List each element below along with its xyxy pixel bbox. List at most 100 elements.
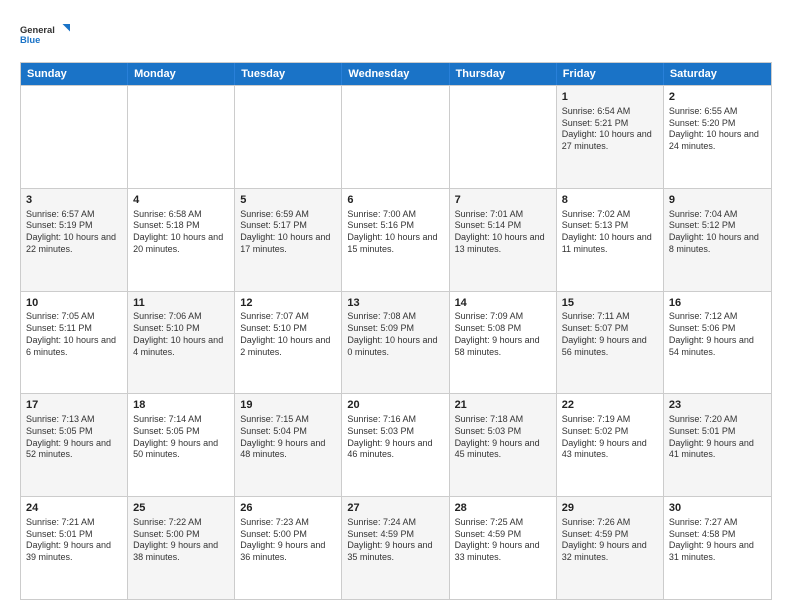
cell-text-line: Sunrise: 7:04 AM	[669, 209, 766, 221]
empty-cell	[235, 86, 342, 188]
day-header-sunday: Sunday	[21, 63, 128, 85]
cell-text-line: Sunset: 5:18 PM	[133, 220, 229, 232]
cell-text-line: Sunset: 5:10 PM	[240, 323, 336, 335]
cell-text-line: Daylight: 9 hours and 41 minutes.	[669, 438, 766, 461]
day-number: 12	[240, 296, 336, 311]
day-cell-3: 3Sunrise: 6:57 AMSunset: 5:19 PMDaylight…	[21, 189, 128, 291]
cell-text-line: Sunset: 5:07 PM	[562, 323, 658, 335]
cell-text-line: Daylight: 10 hours and 20 minutes.	[133, 232, 229, 255]
day-cell-11: 11Sunrise: 7:06 AMSunset: 5:10 PMDayligh…	[128, 292, 235, 394]
cell-text-line: Sunset: 5:01 PM	[669, 426, 766, 438]
empty-cell	[342, 86, 449, 188]
day-cell-10: 10Sunrise: 7:05 AMSunset: 5:11 PMDayligh…	[21, 292, 128, 394]
day-cell-12: 12Sunrise: 7:07 AMSunset: 5:10 PMDayligh…	[235, 292, 342, 394]
cell-text-line: Sunrise: 7:07 AM	[240, 311, 336, 323]
cell-text-line: Sunrise: 7:14 AM	[133, 414, 229, 426]
cell-text-line: Daylight: 10 hours and 2 minutes.	[240, 335, 336, 358]
cell-text-line: Sunrise: 6:55 AM	[669, 106, 766, 118]
day-number: 16	[669, 296, 766, 311]
cell-text-line: Daylight: 9 hours and 33 minutes.	[455, 540, 551, 563]
cell-text-line: Sunset: 5:06 PM	[669, 323, 766, 335]
cell-text-line: Sunset: 5:02 PM	[562, 426, 658, 438]
day-number: 17	[26, 398, 122, 413]
week-row-1: 1Sunrise: 6:54 AMSunset: 5:21 PMDaylight…	[21, 85, 771, 188]
cell-text-line: Daylight: 10 hours and 22 minutes.	[26, 232, 122, 255]
day-number: 6	[347, 193, 443, 208]
cell-text-line: Sunset: 5:09 PM	[347, 323, 443, 335]
day-number: 10	[26, 296, 122, 311]
cell-text-line: Sunrise: 7:06 AM	[133, 311, 229, 323]
cell-text-line: Sunset: 5:01 PM	[26, 529, 122, 541]
day-number: 7	[455, 193, 551, 208]
cell-text-line: Sunset: 5:11 PM	[26, 323, 122, 335]
cell-text-line: Sunset: 5:00 PM	[133, 529, 229, 541]
day-number: 28	[455, 501, 551, 516]
cell-text-line: Daylight: 9 hours and 48 minutes.	[240, 438, 336, 461]
day-cell-19: 19Sunrise: 7:15 AMSunset: 5:04 PMDayligh…	[235, 394, 342, 496]
cell-text-line: Sunset: 5:16 PM	[347, 220, 443, 232]
cell-text-line: Sunrise: 7:05 AM	[26, 311, 122, 323]
week-row-5: 24Sunrise: 7:21 AMSunset: 5:01 PMDayligh…	[21, 496, 771, 599]
cell-text-line: Daylight: 9 hours and 52 minutes.	[26, 438, 122, 461]
cell-text-line: Sunrise: 7:22 AM	[133, 517, 229, 529]
cell-text-line: Sunrise: 6:59 AM	[240, 209, 336, 221]
day-cell-25: 25Sunrise: 7:22 AMSunset: 5:00 PMDayligh…	[128, 497, 235, 599]
cell-text-line: Sunrise: 7:02 AM	[562, 209, 658, 221]
cell-text-line: Daylight: 10 hours and 13 minutes.	[455, 232, 551, 255]
day-number: 19	[240, 398, 336, 413]
cell-text-line: Sunset: 4:58 PM	[669, 529, 766, 541]
day-number: 5	[240, 193, 336, 208]
svg-text:Blue: Blue	[20, 35, 40, 45]
cell-text-line: Sunset: 5:04 PM	[240, 426, 336, 438]
calendar-body: 1Sunrise: 6:54 AMSunset: 5:21 PM Daylight…	[21, 85, 771, 599]
cell-text-line: Sunset: 5:19 PM	[26, 220, 122, 232]
cell-text-line: Daylight: 10 hours and 0 minutes.	[347, 335, 443, 358]
header: General Blue	[20, 16, 772, 52]
cell-text-line: Sunrise: 6:54 AM	[562, 106, 658, 118]
cell-text-line: Sunset: 5:17 PM	[240, 220, 336, 232]
day-number: 22	[562, 398, 658, 413]
day-header-thursday: Thursday	[450, 63, 557, 85]
cell-text-line: Daylight: 9 hours and 50 minutes.	[133, 438, 229, 461]
day-cell-27: 27Sunrise: 7:24 AMSunset: 4:59 PMDayligh…	[342, 497, 449, 599]
day-cell-4: 4Sunrise: 6:58 AMSunset: 5:18 PMDaylight…	[128, 189, 235, 291]
calendar-header: SundayMondayTuesdayWednesdayThursdayFrid…	[21, 63, 771, 85]
day-cell-6: 6Sunrise: 7:00 AMSunset: 5:16 PMDaylight…	[342, 189, 449, 291]
day-number: 23	[669, 398, 766, 413]
day-number: 15	[562, 296, 658, 311]
cell-text-line: Daylight: 9 hours and 36 minutes.	[240, 540, 336, 563]
day-cell-16: 16Sunrise: 7:12 AMSunset: 5:06 PMDayligh…	[664, 292, 771, 394]
day-cell-9: 9Sunrise: 7:04 AMSunset: 5:12 PMDaylight…	[664, 189, 771, 291]
day-cell-24: 24Sunrise: 7:21 AMSunset: 5:01 PMDayligh…	[21, 497, 128, 599]
cell-text-line: Daylight: 9 hours and 43 minutes.	[562, 438, 658, 461]
day-number: 8	[562, 193, 658, 208]
cell-text-line: Daylight: 9 hours and 35 minutes.	[347, 540, 443, 563]
day-header-saturday: Saturday	[664, 63, 771, 85]
day-number: 25	[133, 501, 229, 516]
day-number: 1	[562, 90, 658, 105]
cell-text-line: Daylight: 9 hours and 56 minutes.	[562, 335, 658, 358]
day-number: 11	[133, 296, 229, 311]
cell-text-line: Sunrise: 6:57 AM	[26, 209, 122, 221]
day-header-wednesday: Wednesday	[342, 63, 449, 85]
cell-text-line: Sunset: 5:12 PM	[669, 220, 766, 232]
cell-text-line: Daylight: 10 hours and 6 minutes.	[26, 335, 122, 358]
day-cell-15: 15Sunrise: 7:11 AMSunset: 5:07 PMDayligh…	[557, 292, 664, 394]
cell-text-line: Sunset: 5:20 PM	[669, 118, 766, 130]
day-number: 2	[669, 90, 766, 105]
cell-text-line: Sunset: 5:14 PM	[455, 220, 551, 232]
cell-text-line: Sunrise: 7:19 AM	[562, 414, 658, 426]
cell-text-line: Sunset: 5:21 PM	[562, 118, 658, 130]
cell-text-line: Sunset: 5:00 PM	[240, 529, 336, 541]
cell-text-line: Daylight: 10 hours and 4 minutes.	[133, 335, 229, 358]
empty-cell	[21, 86, 128, 188]
calendar: SundayMondayTuesdayWednesdayThursdayFrid…	[20, 62, 772, 600]
cell-text-line: Sunset: 4:59 PM	[562, 529, 658, 541]
day-cell-5: 5Sunrise: 6:59 AMSunset: 5:17 PMDaylight…	[235, 189, 342, 291]
cell-text-line: Sunrise: 7:12 AM	[669, 311, 766, 323]
day-number: 18	[133, 398, 229, 413]
cell-text-line: Sunset: 5:05 PM	[26, 426, 122, 438]
day-cell-22: 22Sunrise: 7:19 AMSunset: 5:02 PMDayligh…	[557, 394, 664, 496]
day-cell-17: 17Sunrise: 7:13 AMSunset: 5:05 PMDayligh…	[21, 394, 128, 496]
cell-text-line: Daylight: 9 hours and 32 minutes.	[562, 540, 658, 563]
